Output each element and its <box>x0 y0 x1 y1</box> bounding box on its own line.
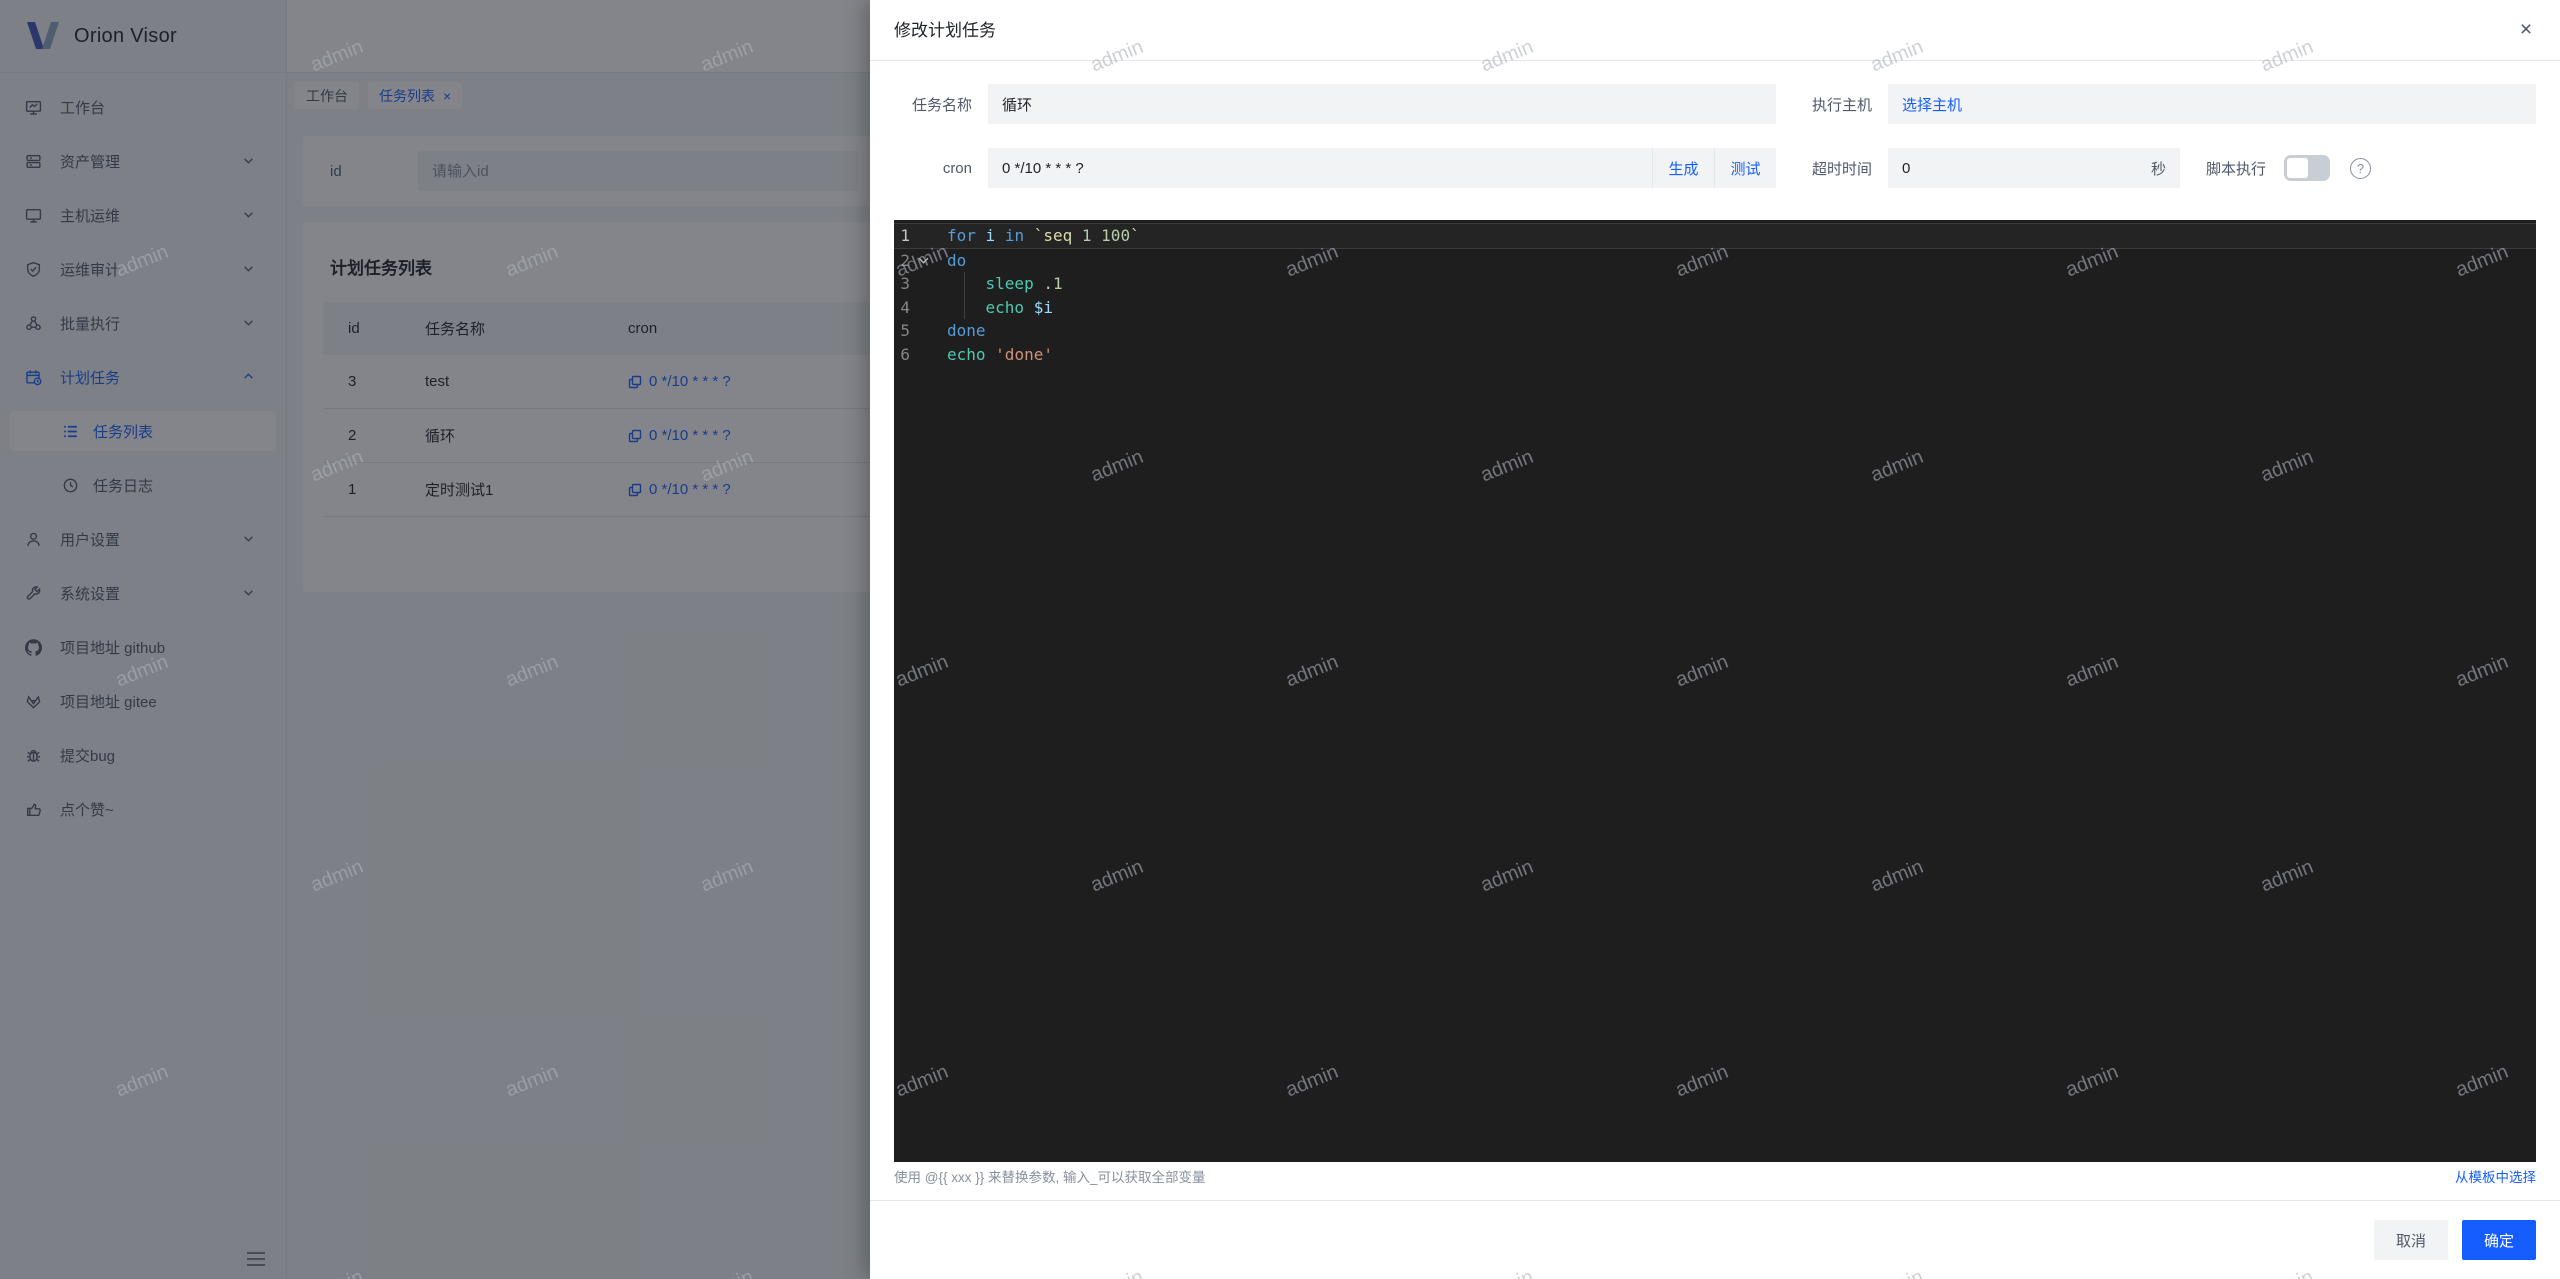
line-number: 1 <box>900 226 910 245</box>
code-line: 2 do <box>894 249 2536 273</box>
confirm-button[interactable]: 确定 <box>2461 1220 2536 1260</box>
script-exec-label: 脚本执行 <box>2206 160 2267 178</box>
cron-input[interactable] <box>988 148 1652 188</box>
parameter-hint: 使用 @{{ xxx }} 来替换参数, 输入_可以获取全部变量 <box>894 1170 1206 1185</box>
app-root: Orion Visor 工作台 资产管理 主机运维 <box>0 0 2560 1279</box>
editor-hint-row: 使用 @{{ xxx }} 来替换参数, 输入_可以获取全部变量 从模板中选择 <box>894 1166 2536 1194</box>
task-name-label: 任务名称 <box>911 96 972 114</box>
timeout-field: 秒 <box>1888 148 2180 188</box>
line-number: 5 <box>900 321 910 340</box>
fold-gutter <box>910 296 936 320</box>
script-exec-toggle[interactable] <box>2284 155 2331 181</box>
fold-gutter <box>910 272 936 296</box>
fold-gutter <box>910 224 936 248</box>
line-number: 3 <box>900 274 910 293</box>
timeout-label: 超时时间 <box>1811 160 1872 178</box>
line-number: 4 <box>900 297 910 317</box>
line-number: 2 <box>900 250 910 270</box>
timeout-unit: 秒 <box>2150 160 2166 178</box>
code-line: 5 done <box>894 319 2536 343</box>
timeout-input[interactable] <box>1888 159 2151 177</box>
modal-footer: 取消 确定 <box>870 1200 2560 1279</box>
fold-gutter <box>910 319 936 343</box>
fold-gutter <box>910 343 936 367</box>
edit-task-modal: 修改计划任务 × 任务名称 执行主机 选择主机 cron 生成 测试 超时时间 … <box>870 0 2560 1279</box>
code-lines: 1 for i in `seq 1 100` 2 do 3 sleep .1 4 echo… <box>894 223 2536 366</box>
toggle-knob <box>2287 158 2309 178</box>
code-line: 6 echo 'done' <box>894 343 2536 367</box>
fold-chevron-icon[interactable] <box>910 249 936 273</box>
exec-host-label: 执行主机 <box>1811 96 1872 114</box>
task-name-input[interactable] <box>988 84 1776 124</box>
generate-cron-button[interactable]: 生成 <box>1652 148 1714 188</box>
select-from-template-link[interactable]: 从模板中选择 <box>2455 1166 2536 1186</box>
test-cron-button[interactable]: 测试 <box>1714 148 1776 188</box>
form-row-2: cron 生成 测试 超时时间 秒 脚本执行 ? <box>894 148 2536 188</box>
script-code-editor[interactable]: 1 for i in `seq 1 100` 2 do 3 sleep .1 4 echo… <box>894 220 2536 1162</box>
cancel-button[interactable]: 取消 <box>2373 1220 2448 1260</box>
modal-header: 修改计划任务 × <box>870 0 2560 61</box>
cron-label: cron <box>942 159 972 177</box>
help-icon[interactable]: ? <box>2350 157 2372 179</box>
code-line: 1 for i in `seq 1 100` <box>894 223 2536 249</box>
line-number: 6 <box>900 344 910 364</box>
host-select-field[interactable]: 选择主机 <box>1888 84 2536 124</box>
cron-input-group: 生成 测试 <box>988 148 1776 188</box>
code-line: 3 sleep .1 <box>894 272 2536 296</box>
modal-title: 修改计划任务 <box>894 21 996 40</box>
close-icon[interactable]: × <box>2514 18 2538 42</box>
select-host-link[interactable]: 选择主机 <box>1902 94 1962 115</box>
code-line: 4 echo $i <box>894 295 2536 320</box>
form-row-1: 任务名称 执行主机 选择主机 <box>894 84 2536 124</box>
